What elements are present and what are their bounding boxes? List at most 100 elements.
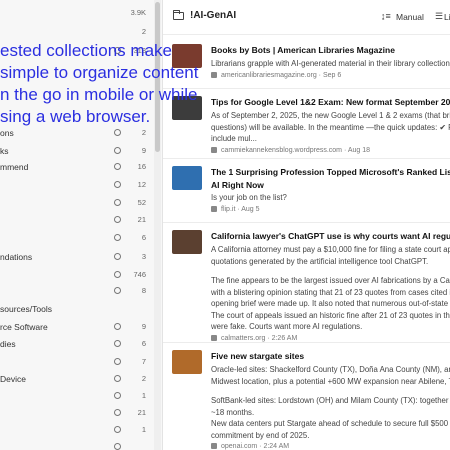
sidebar-item-count: 21 bbox=[137, 215, 146, 224]
sidebar-item-count: 16 bbox=[137, 162, 146, 171]
sidebar-item-label: rce Software bbox=[0, 322, 48, 332]
sidebar-item-count: 6 bbox=[141, 339, 146, 348]
sidebar-item-count: 12 bbox=[137, 180, 146, 189]
sidebar-item[interactable]: ks 9 bbox=[0, 146, 154, 160]
sidebar-item[interactable]: 21 bbox=[0, 215, 154, 229]
bookmark-meta: americanlibrariesmagazine.org · Sep 6 bbox=[211, 71, 341, 79]
shared-globe-icon bbox=[114, 129, 121, 136]
bookmark-excerpt-line: quotations generated by the artificial i… bbox=[211, 256, 429, 266]
sidebar-item[interactable]: 3.9K bbox=[0, 8, 154, 22]
main-panel: !AI-GenAI ↨≡ Manual ☰ Li Books by Bots |… bbox=[163, 0, 450, 450]
shared-globe-icon bbox=[114, 323, 121, 330]
bookmark-excerpt-line: with a blistering opinion stating that 2… bbox=[211, 287, 450, 297]
item-divider bbox=[163, 222, 450, 223]
sidebar-item[interactable]: Device 2 bbox=[0, 374, 154, 388]
promo-caption-line: n the go in mobile or while bbox=[0, 85, 198, 104]
sidebar-item-label: Device bbox=[0, 374, 26, 384]
sidebar-item-count: 3 bbox=[141, 252, 146, 261]
bookmark-meta: calmatters.org · 2:26 AM bbox=[211, 334, 298, 342]
sidebar-item[interactable]: mmend 16 bbox=[0, 162, 154, 176]
list-view-icon[interactable]: ☰ bbox=[435, 11, 443, 22]
sidebar-item-label: sources/Tools bbox=[0, 304, 52, 314]
bookmark-excerpt-line: include mul... bbox=[211, 134, 257, 143]
shared-globe-icon bbox=[114, 426, 121, 433]
sidebar-item[interactable]: rce Software 9 bbox=[0, 322, 154, 336]
sidebar-item-count: 52 bbox=[137, 198, 146, 207]
sidebar-item-count: 6 bbox=[141, 233, 146, 242]
sidebar-item[interactable]: dies 6 bbox=[0, 339, 154, 353]
site-favicon-icon bbox=[211, 443, 217, 449]
bookmark-excerpt-line: commitment by end of 2025. bbox=[211, 430, 310, 440]
item-divider bbox=[163, 88, 450, 89]
bookmark-meta: cammiekannekensblog.wordpress.com · Aug … bbox=[211, 146, 370, 154]
bookmark-excerpt-line: ~18 months. bbox=[211, 407, 255, 417]
sort-button[interactable]: Manual bbox=[396, 12, 424, 22]
shared-globe-icon bbox=[114, 147, 121, 154]
sidebar-item[interactable]: 21 bbox=[0, 408, 154, 422]
bookmark-source: flip.it bbox=[221, 205, 236, 213]
shared-globe-icon bbox=[114, 392, 121, 399]
bookmark-thumbnail bbox=[172, 166, 202, 190]
bookmark-title[interactable]: Tips for Google Level 1&2 Exam: New form… bbox=[211, 96, 450, 108]
sidebar-item-count: 8 bbox=[141, 286, 146, 295]
bookmark-source: americanlibrariesmagazine.org bbox=[221, 71, 317, 79]
bookmark-excerpt-line: Oracle-led sites: Shackelford County (TX… bbox=[211, 365, 450, 374]
bookmark-title-continued[interactable]: AI Right Now bbox=[211, 179, 264, 191]
sidebar-item-label: ons bbox=[0, 128, 14, 138]
shared-globe-icon bbox=[114, 216, 121, 223]
bookmark-excerpt-line: opening brief were made up. It also note… bbox=[211, 299, 450, 308]
bookmark-date: 2:24 AM bbox=[263, 443, 290, 450]
sidebar-item[interactable]: ons 2 bbox=[0, 128, 154, 142]
bookmark-excerpt-line: The court of appeals issued an historic … bbox=[211, 310, 450, 320]
sidebar-item[interactable]: 12 bbox=[0, 180, 154, 194]
promo-caption-line: simple to organize content bbox=[0, 63, 199, 82]
site-favicon-icon bbox=[211, 205, 217, 212]
bookmark-title[interactable]: The 1 Surprising Profession Topped Micro… bbox=[211, 166, 450, 178]
sidebar-item-count: 2 bbox=[141, 374, 146, 383]
promo-caption: ested collections make simple to organiz… bbox=[0, 40, 200, 128]
bookmark-excerpt-line: Midwest location, plus a potential +600 … bbox=[211, 376, 450, 386]
sidebar-item[interactable]: ndations 3 bbox=[0, 252, 154, 266]
bookmark-thumbnail bbox=[172, 230, 202, 254]
sidebar-item[interactable]: 6 bbox=[0, 233, 154, 247]
sidebar-item-label: mmend bbox=[0, 162, 29, 172]
sidebar-item-count: 746 bbox=[133, 270, 146, 279]
shared-globe-icon bbox=[114, 358, 121, 365]
sidebar-item[interactable]: 52 bbox=[0, 198, 154, 212]
bookmark-excerpt-line: As of September 2, 2025, the new Google … bbox=[211, 111, 450, 120]
promo-caption-line: ested collections make bbox=[0, 41, 172, 60]
shared-globe-icon bbox=[114, 287, 121, 294]
sidebar-item[interactable]: 7 bbox=[0, 357, 154, 371]
bookmark-date: Aug 5 bbox=[241, 205, 260, 213]
sidebar-item-count: 1 bbox=[141, 391, 146, 400]
sidebar-item[interactable]: 1 bbox=[0, 391, 154, 405]
sidebar-item-count: 9 bbox=[141, 322, 146, 331]
sidebar-item[interactable]: sources/Tools bbox=[0, 304, 154, 318]
site-favicon-icon bbox=[211, 146, 217, 153]
bookmark-excerpt-line: Librarians grapple with AI-generated mat… bbox=[211, 59, 450, 68]
bookmark-meta: openai.com · 2:24 AM bbox=[211, 443, 289, 450]
sidebar-item-count: 3.9K bbox=[130, 8, 146, 17]
folder-icon bbox=[173, 10, 184, 20]
bookmark-thumbnail bbox=[172, 350, 202, 374]
bookmark-title[interactable]: California lawyer's ChatGPT use is why c… bbox=[211, 230, 450, 242]
promo-caption-line: sing a web browser. bbox=[0, 107, 151, 126]
site-favicon-icon bbox=[211, 334, 217, 341]
bookmark-excerpt-line: The fine appears to be the largest issue… bbox=[211, 276, 450, 285]
sidebar-item[interactable]: 2 bbox=[0, 27, 154, 41]
item-divider bbox=[163, 158, 450, 159]
collection-title: !AI-GenAI bbox=[190, 10, 237, 21]
sidebar-item[interactable]: 8 bbox=[0, 286, 154, 300]
shared-globe-icon bbox=[114, 181, 121, 188]
sidebar-item[interactable]: 1 bbox=[0, 425, 154, 439]
sort-icon[interactable]: ↨≡ bbox=[381, 11, 391, 21]
bookmark-date: 2:26 AM bbox=[271, 334, 298, 342]
sidebar-item[interactable]: 746 bbox=[0, 270, 154, 284]
sidebar-item[interactable] bbox=[0, 442, 154, 450]
bookmark-excerpt-line: were fake. Courts want more AI regulatio… bbox=[211, 322, 363, 331]
shared-globe-icon bbox=[114, 409, 121, 416]
bookmark-excerpt-line: New data centers put Stargate ahead of s… bbox=[211, 419, 450, 428]
bookmark-title[interactable]: Five new stargate sites bbox=[211, 350, 304, 362]
bookmark-title[interactable]: Books by Bots | American Libraries Magaz… bbox=[211, 44, 395, 56]
view-button[interactable]: Li bbox=[444, 12, 450, 22]
